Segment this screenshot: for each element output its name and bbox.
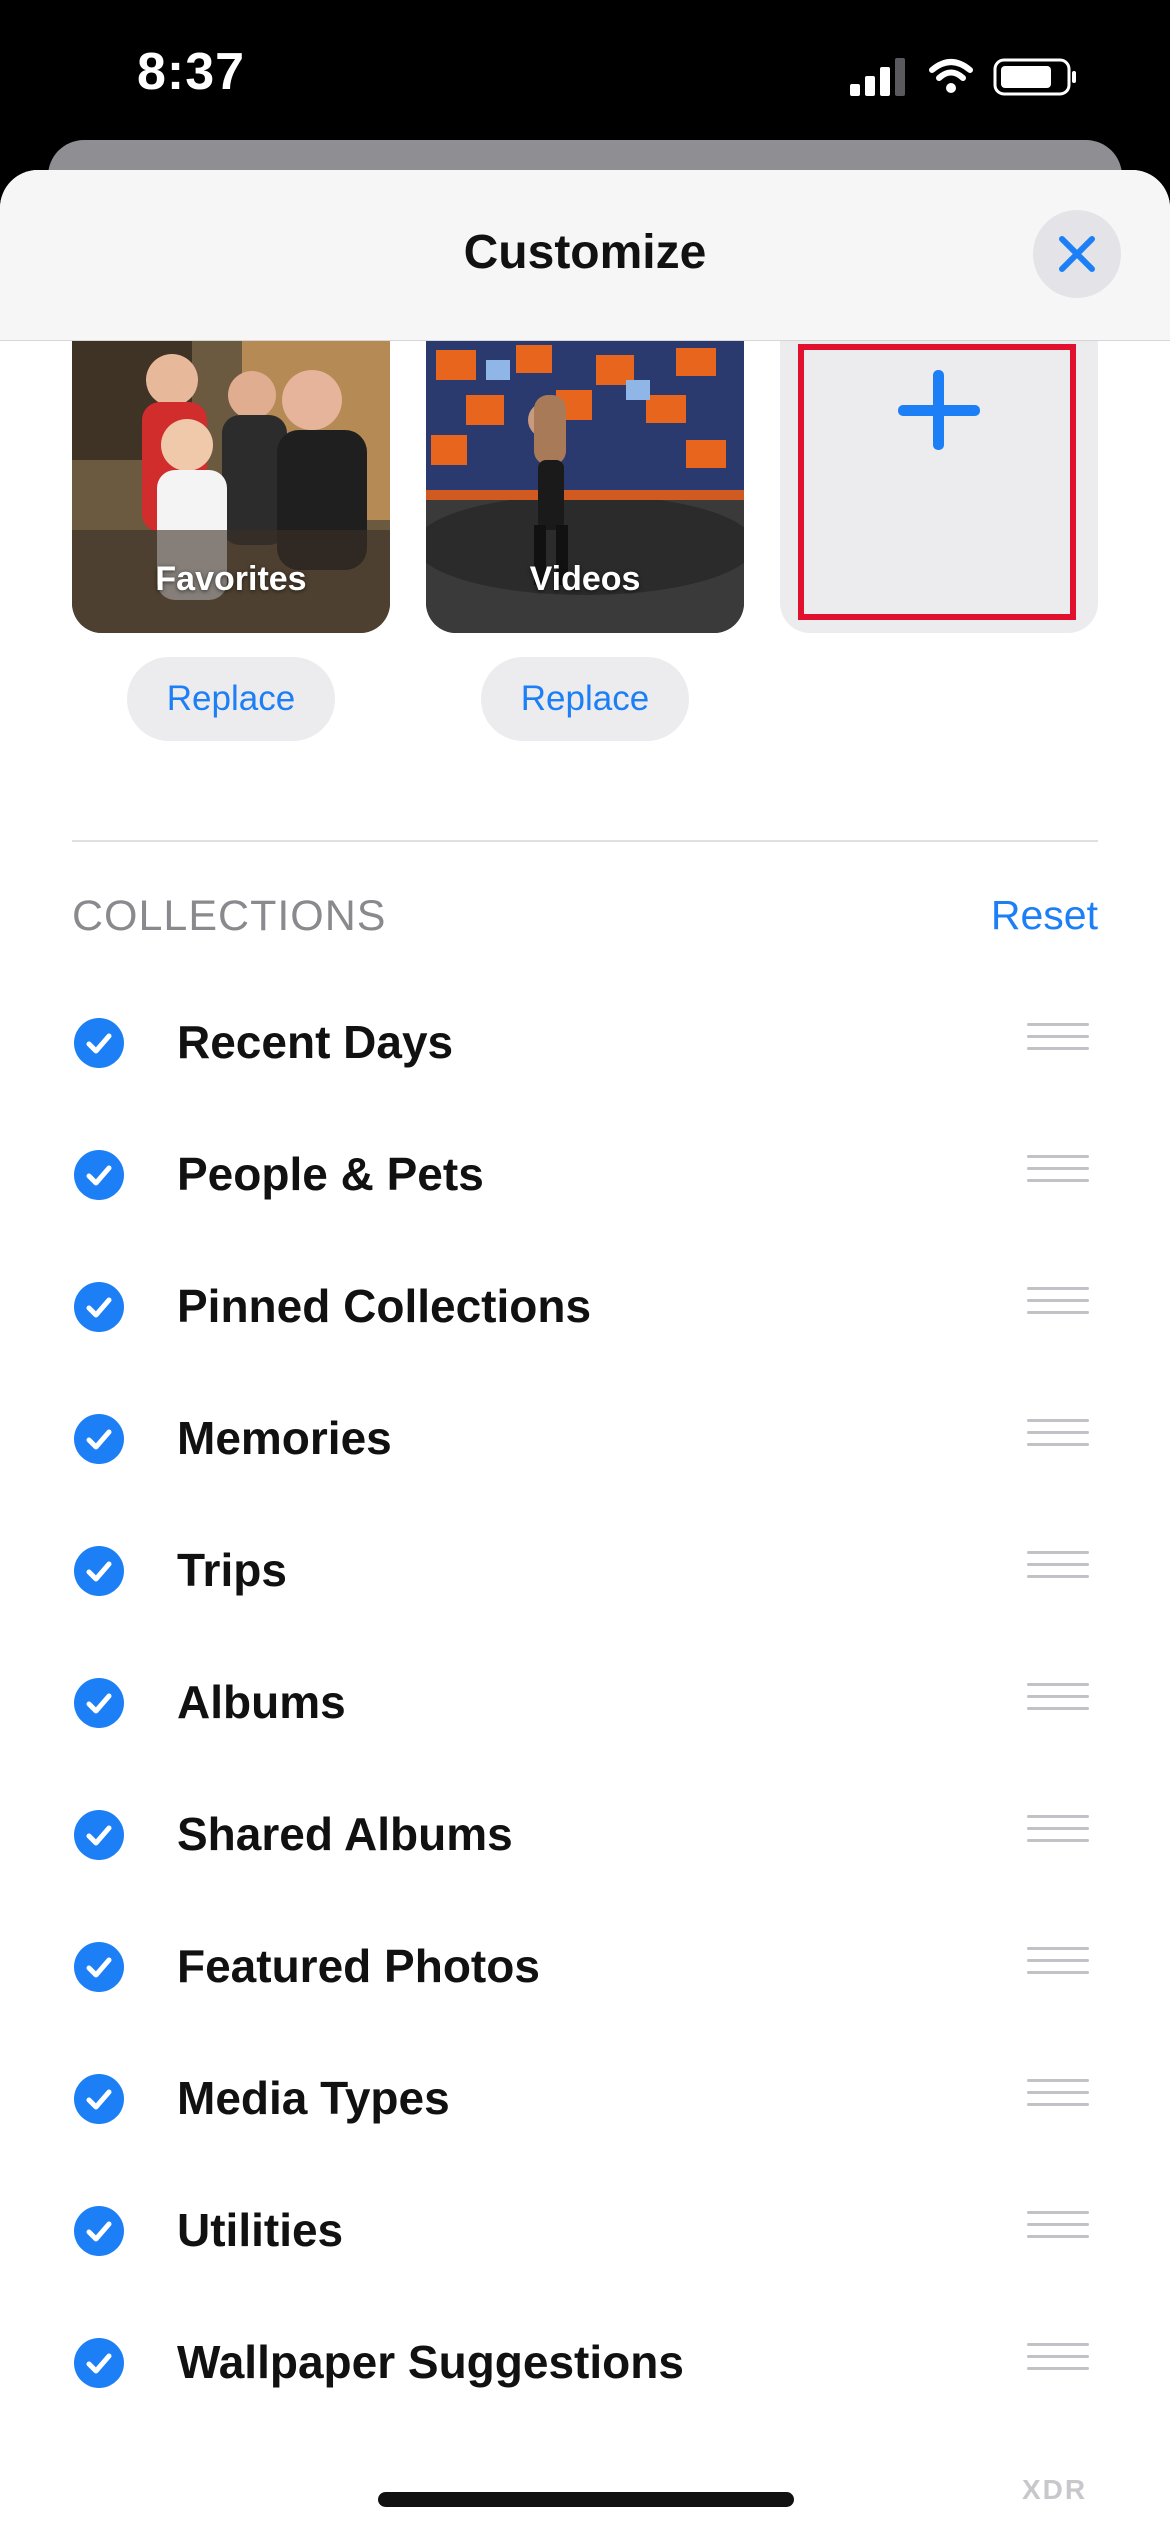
status-indicators-icon xyxy=(850,58,1076,96)
status-time: 8:37 xyxy=(137,43,246,101)
collection-row-albums[interactable]: Albums xyxy=(0,1637,1170,1769)
checkmark-icon[interactable] xyxy=(74,1414,124,1464)
highlight-box xyxy=(798,344,1076,620)
collection-label: Media Types xyxy=(177,2072,450,2124)
sheet-title: Customize xyxy=(463,226,707,279)
status-bar: 8:37 xyxy=(0,0,1170,150)
checkmark-icon[interactable] xyxy=(74,1018,124,1068)
checkmark-icon[interactable] xyxy=(74,1282,124,1332)
checkmark-icon[interactable] xyxy=(74,1678,124,1728)
close-button[interactable] xyxy=(1033,210,1121,298)
drag-handle-icon[interactable] xyxy=(1027,2079,1089,2119)
status-icons xyxy=(850,56,1090,96)
collection-row-shared-albums[interactable]: Shared Albums xyxy=(0,1769,1170,1901)
replace-videos-button[interactable]: Replace xyxy=(481,657,689,741)
checkmark-icon[interactable] xyxy=(74,2074,124,2124)
collection-row-memories[interactable]: Memories xyxy=(0,1373,1170,1505)
collection-label: Utilities xyxy=(177,2204,344,2256)
checkmark-icon[interactable] xyxy=(74,1150,124,1200)
home-indicator[interactable] xyxy=(378,2492,794,2507)
collections-section-title: COLLECTIONS xyxy=(72,892,387,940)
collection-row-media-types[interactable]: Media Types xyxy=(0,2033,1170,2165)
drag-handle-icon[interactable] xyxy=(1027,2343,1089,2383)
checkmark-icon[interactable] xyxy=(74,1546,124,1596)
collection-row-pinned-collections[interactable]: Pinned Collections xyxy=(0,1241,1170,1373)
collection-label: Wallpaper Suggestions xyxy=(177,2336,684,2388)
collection-label: Pinned Collections xyxy=(177,1280,592,1332)
checkmark-icon[interactable] xyxy=(74,1810,124,1860)
drag-handle-icon[interactable] xyxy=(1027,2211,1089,2251)
pinned-tile-videos[interactable]: Videos xyxy=(426,340,744,633)
collection-label: Albums xyxy=(177,1676,346,1728)
collection-label: Trips xyxy=(177,1544,287,1596)
collection-label: Shared Albums xyxy=(177,1808,513,1860)
collection-row-wallpaper-suggestions[interactable]: Wallpaper Suggestions xyxy=(0,2297,1170,2429)
pinned-tile-favorites[interactable]: Favorites xyxy=(72,340,390,633)
collection-label: People & Pets xyxy=(177,1148,484,1200)
watermark-logo: XDR xyxy=(1022,2474,1088,2505)
checkmark-icon[interactable] xyxy=(74,2338,124,2388)
collection-label: Recent Days xyxy=(177,1016,454,1068)
divider xyxy=(72,840,1098,842)
collection-label: Featured Photos xyxy=(177,1940,540,1992)
tile-label: Videos xyxy=(529,560,641,598)
drag-handle-icon[interactable] xyxy=(1027,1023,1089,1063)
drag-handle-icon[interactable] xyxy=(1027,1419,1089,1459)
drag-handle-icon[interactable] xyxy=(1027,1947,1089,1987)
collection-row-trips[interactable]: Trips xyxy=(0,1505,1170,1637)
replace-favorites-button[interactable]: Replace xyxy=(127,657,335,741)
collection-row-featured-photos[interactable]: Featured Photos xyxy=(0,1901,1170,2033)
drag-handle-icon[interactable] xyxy=(1027,1683,1089,1723)
collection-row-utilities[interactable]: Utilities xyxy=(0,2165,1170,2297)
drag-handle-icon[interactable] xyxy=(1027,1815,1089,1855)
drag-handle-icon[interactable] xyxy=(1027,1155,1089,1195)
checkmark-icon[interactable] xyxy=(74,1942,124,1992)
drag-handle-icon[interactable] xyxy=(1027,1287,1089,1327)
collection-row-recent-days[interactable]: Recent Days xyxy=(0,977,1170,1109)
drag-handle-icon[interactable] xyxy=(1027,1551,1089,1591)
checkmark-icon[interactable] xyxy=(74,2206,124,2256)
collection-row-people-pets[interactable]: People & Pets xyxy=(0,1109,1170,1241)
customize-sheet: Favorites Videos Replace Replace COLLECT… xyxy=(0,170,1170,2532)
collection-label: Memories xyxy=(177,1412,392,1464)
close-icon xyxy=(1059,236,1095,272)
tile-label: Favorites xyxy=(155,560,307,598)
reset-button[interactable]: Reset xyxy=(991,892,1098,939)
sheet-header: Customize xyxy=(0,170,1170,341)
